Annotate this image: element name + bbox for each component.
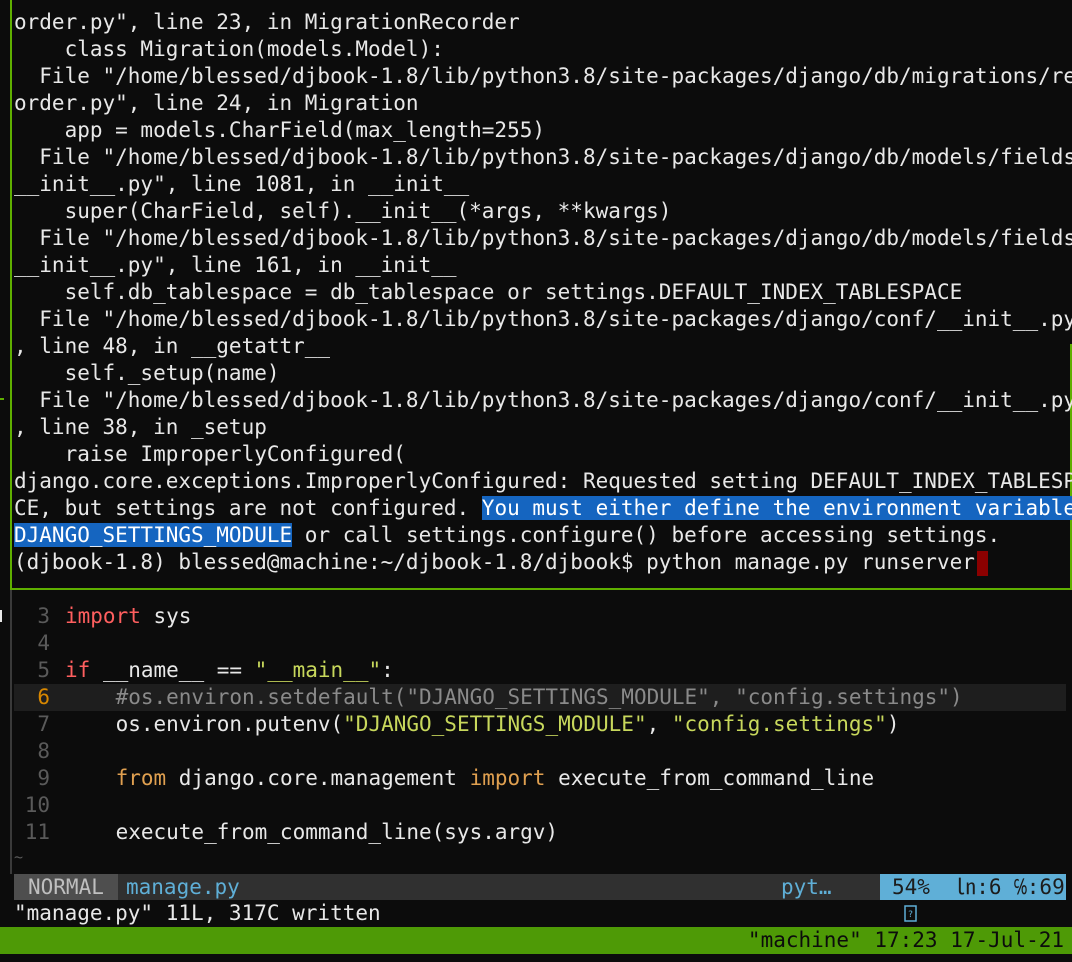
svg-text:?: ? bbox=[908, 910, 913, 920]
code-line-current[interactable]: 6 #os.environ.setdefault("DJANGO_SETTING… bbox=[14, 684, 1066, 711]
line-number: 5 bbox=[37, 658, 50, 682]
line-number: 4 bbox=[37, 631, 50, 655]
terminal-line: self._setup(name) bbox=[14, 361, 280, 385]
terminal-line: app = models.CharField(max_length=255) bbox=[14, 118, 546, 142]
code-comment: #os.environ.setdefault("DJANGO_SETTINGS_… bbox=[65, 685, 963, 709]
terminal-line: order.py", line 24, in Migration bbox=[14, 91, 419, 115]
code-line[interactable]: 9 from django.core.management import exe… bbox=[14, 765, 1066, 792]
line-number: 8 bbox=[37, 739, 50, 763]
terminal-line: super(CharField, self).__init__(*args, *… bbox=[14, 199, 672, 223]
code-string: "__main__" bbox=[254, 658, 382, 682]
pane-border-left bbox=[10, 0, 12, 588]
terminal-line: raise ImproperlyConfigured( bbox=[14, 442, 406, 466]
line-number: 9 bbox=[37, 766, 50, 790]
code-text: execute_from_command_line bbox=[545, 766, 875, 790]
terminal-line: File "/home/blessed/djbook-1.8/lib/pytho… bbox=[14, 145, 1072, 169]
terminal-text: CE, but settings are not configured. bbox=[14, 496, 482, 520]
tmux-status-bar: "machine" 17:23 17-Jul-21 bbox=[0, 927, 1072, 954]
line-number: 6 bbox=[37, 685, 50, 709]
code-text: execute_from_command_line(sys.argv) bbox=[65, 820, 559, 844]
code-string: "DJANGO_SETTINGS_MODULE" bbox=[343, 712, 647, 736]
terminal-line: class Migration(models.Model): bbox=[14, 37, 444, 61]
code-text: os.environ.putenv( bbox=[65, 712, 344, 736]
mode-indicator: NORMAL bbox=[14, 874, 118, 900]
pane-separator[interactable] bbox=[10, 588, 1072, 590]
line-number: 10 bbox=[24, 793, 50, 817]
terminal-line: django.core.exceptions.ImproperlyConfigu… bbox=[14, 469, 1072, 493]
shell-prompt[interactable]: (djbook-1.8) blessed@machine:~/djbook-1.… bbox=[14, 550, 975, 574]
line-number: 11 bbox=[24, 820, 50, 844]
empty-line-tilde: ~ bbox=[14, 848, 24, 866]
terminal-line: __init__.py", line 161, in __init__ bbox=[14, 253, 457, 277]
terminal-line: CE, but settings are not configured. You… bbox=[14, 495, 1072, 522]
code-line[interactable]: 5 if __name__ == "__main__": bbox=[14, 657, 1066, 684]
pane-marker bbox=[0, 398, 4, 400]
code-text: ) bbox=[886, 712, 900, 736]
terminal-window[interactable]: order.py", line 23, in MigrationRecorder… bbox=[0, 0, 1072, 962]
code-text: __name__ == bbox=[90, 658, 255, 682]
terminal-line: __init__.py", line 1081, in __init__ bbox=[14, 172, 470, 196]
line-number: 3 bbox=[37, 604, 50, 628]
terminal-line: File "/home/blessed/djbook-1.8/lib/pytho… bbox=[14, 307, 1072, 331]
tmux-host-time: "machine" 17:23 17-Jul-21 bbox=[747, 928, 1064, 952]
code-line[interactable]: 7 os.environ.putenv("DJANGO_SETTINGS_MOD… bbox=[14, 711, 1066, 738]
shell-prompt-line[interactable]: (djbook-1.8) blessed@machine:~/djbook-1.… bbox=[14, 549, 988, 576]
code-keyword: if bbox=[65, 658, 91, 682]
terminal-line: self.db_tablespace = db_tablespace or se… bbox=[14, 280, 963, 304]
code-text: django.core.management bbox=[166, 766, 470, 790]
editor-pane-border bbox=[10, 590, 12, 874]
statusline-filename: manage.py bbox=[126, 875, 240, 899]
terminal-line: DJANGO_SETTINGS_MODULE or call settings.… bbox=[14, 522, 1000, 549]
line-number: 7 bbox=[37, 712, 50, 736]
selected-text[interactable]: You must either define the environment v… bbox=[481, 496, 1072, 520]
code-string: "config.settings" bbox=[671, 712, 887, 736]
terminal-line: File "/home/blessed/djbook-1.8/lib/pytho… bbox=[14, 226, 1072, 250]
code-line[interactable]: 4 bbox=[14, 630, 1066, 657]
terminal-line: order.py", line 23, in MigrationRecorder bbox=[14, 10, 520, 34]
code-text: : bbox=[381, 658, 394, 682]
code-keyword: from bbox=[115, 766, 167, 790]
code-line[interactable]: 10 bbox=[14, 792, 1066, 819]
cursor-position: 54% ㏑:6 ℅:69 bbox=[880, 874, 1066, 900]
selected-text[interactable]: DJANGO_SETTINGS_MODULE bbox=[14, 523, 293, 547]
code-text: sys bbox=[140, 604, 192, 628]
text-cursor bbox=[976, 550, 988, 576]
terminal-line: , line 48, in __getattr__ bbox=[14, 334, 331, 358]
terminal-text: or call settings.configure() before acce… bbox=[292, 523, 1001, 547]
terminal-line: , line 38, in _setup bbox=[14, 415, 267, 439]
terminal-line: File "/home/blessed/djbook-1.8/lib/pytho… bbox=[14, 64, 1072, 88]
filetype-label: pyt… bbox=[781, 875, 832, 899]
vim-statusline: NORMAL manage.py pyt… ? 54% ㏑:6 ℅:69 bbox=[14, 874, 1066, 922]
pane-marker bbox=[0, 610, 2, 622]
code-line[interactable]: 8 bbox=[14, 738, 1066, 765]
code-keyword: import bbox=[469, 766, 546, 790]
code-keyword: import bbox=[65, 604, 141, 628]
code-line[interactable]: 3 import sys bbox=[14, 603, 1066, 630]
code-text: , bbox=[646, 712, 672, 736]
vim-message-line: "manage.py" 11L, 317C written bbox=[14, 901, 381, 925]
code-line[interactable]: 11 execute_from_command_line(sys.argv) bbox=[14, 819, 1066, 846]
terminal-line: File "/home/blessed/djbook-1.8/lib/pytho… bbox=[14, 388, 1072, 412]
